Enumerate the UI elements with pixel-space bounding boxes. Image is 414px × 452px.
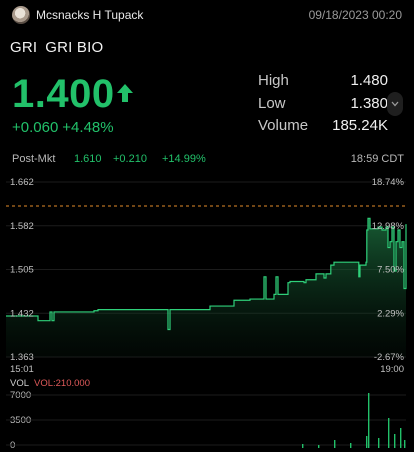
user-avatar[interactable] — [12, 6, 30, 24]
stat-value: 1.480 — [350, 72, 388, 89]
post-market-label: Post-Mkt — [12, 153, 56, 165]
x-axis-tick-label: 19:00 — [380, 364, 404, 375]
post-market-change: +0.210 — [113, 153, 147, 165]
volume-label: VOL — [10, 378, 29, 389]
stat-label: Volume — [258, 117, 309, 134]
ticker-symbol: GRI — [10, 39, 38, 56]
y-axis-percent-label: 18.74% — [372, 177, 405, 188]
username[interactable]: Mcsnacks H Tupack — [36, 8, 143, 22]
y-axis-percent-label: -2.67% — [374, 352, 405, 363]
stat-value: 185.24K — [332, 117, 388, 134]
post-market-price: 1.610 — [74, 153, 102, 165]
post-market-row: Post-Mkt 1.610 +0.210 +14.99% 18:59 CDT — [12, 153, 404, 165]
y-axis-tick-label: 1.582 — [10, 221, 34, 232]
volume-bar — [394, 434, 396, 448]
volume-bar — [368, 393, 370, 448]
y-axis-percent-label: 12.98% — [372, 221, 405, 232]
x-axis-tick-label: 15:01 — [10, 364, 34, 375]
change-percent: +4.48% — [62, 119, 114, 136]
volume-bar — [334, 440, 336, 448]
volume-bar — [318, 445, 320, 448]
expand-stats-button[interactable] — [387, 92, 403, 116]
chevron-down-icon — [391, 101, 399, 107]
stat-label: Low — [258, 94, 286, 112]
top-bar: Mcsnacks H Tupack 09/18/2023 00:20 — [0, 0, 414, 30]
stat-volume: Volume 185.24K — [258, 115, 388, 138]
y-axis-tick-label: 1.505 — [10, 265, 34, 276]
stat-label: High — [258, 72, 289, 89]
volume-value-label: VOL:210.000 — [34, 378, 90, 389]
y-axis-tick-label: 1.432 — [10, 308, 34, 319]
stat-low: Low 1.380 — [258, 93, 388, 116]
ticker-heading: GRI GRI BIO — [10, 39, 103, 56]
y-axis-percent-label: 7.50% — [377, 265, 404, 276]
post-market-change-percent: +14.99% — [162, 153, 206, 165]
price-change: +0.060 +4.48% — [12, 119, 114, 136]
post-market-time: 18:59 CDT — [350, 153, 404, 165]
volume-bar — [350, 443, 352, 448]
stat-value: 1.380 — [350, 94, 388, 112]
post-timestamp: 09/18/2023 00:20 — [308, 8, 402, 22]
volume-bar — [302, 444, 304, 448]
y-axis-tick-label: 1.363 — [10, 352, 34, 363]
y-axis-tick-label: 1.662 — [10, 177, 34, 188]
price-chart[interactable]: 1.662 1.582 1.505 1.432 1.363 18.74% 12.98% 7.5… — [0, 172, 414, 452]
volume-bar — [388, 418, 390, 448]
volume-bar — [366, 436, 368, 448]
change-amount: +0.060 — [12, 119, 59, 136]
y-axis-percent-label: 2.29% — [377, 308, 404, 319]
last-price: 1.400 — [12, 72, 115, 116]
quote-stats: High 1.480 Low 1.380 Volume 185.24K — [258, 70, 388, 138]
volume-bar — [400, 428, 402, 448]
up-arrow-icon — [117, 84, 133, 102]
volume-bar — [404, 440, 406, 448]
company-name: GRI BIO — [45, 39, 104, 56]
price-area-fill — [6, 218, 406, 357]
stat-high: High 1.480 — [258, 70, 388, 93]
volume-bar — [378, 438, 380, 448]
